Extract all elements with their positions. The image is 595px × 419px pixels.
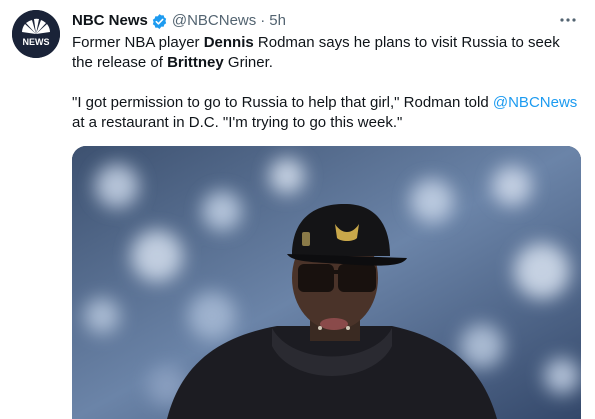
display-name[interactable]: NBC News: [72, 11, 148, 31]
nbc-peacock-logo: NEWS: [12, 10, 60, 58]
svg-text:NEWS: NEWS: [23, 37, 50, 47]
text-span: at a restaurant in D.C. "I'm trying to g…: [72, 114, 403, 131]
tweet-text: Former NBA player Dennis Rodman says he …: [72, 33, 582, 133]
bold-text: Brittney: [167, 54, 224, 71]
bold-text: Dennis: [203, 34, 254, 51]
avatar[interactable]: NEWS: [12, 10, 60, 58]
tweet-header: NBC News @NBCNews · 5h: [72, 11, 579, 31]
handle[interactable]: @NBCNews: [172, 11, 256, 31]
separator-dot: ·: [260, 12, 266, 29]
mention-link[interactable]: @NBCNews: [493, 94, 577, 111]
text-span: Former NBA player: [72, 34, 204, 51]
text-span: Griner.: [223, 54, 273, 71]
tweet-line-2: the release of Brittney Griner.: [72, 53, 582, 73]
more-horizontal-icon[interactable]: [557, 11, 579, 29]
tweet-line-3: "I got permission to go to Russia to hel…: [72, 93, 582, 113]
verified-badge-icon: [151, 13, 168, 30]
text-span: "I got permission to go to Russia to hel…: [72, 94, 493, 111]
text-span: Rodman says he plans to visit Russia to …: [253, 34, 560, 51]
tweet[interactable]: NEWS NBC News @NBCNews · 5h Former NBA p…: [0, 0, 595, 419]
timestamp[interactable]: 5h: [269, 11, 286, 31]
tweet-line-4: at a restaurant in D.C. "I'm trying to g…: [72, 113, 582, 133]
text-span: the release of: [72, 54, 168, 71]
tweet-photo[interactable]: [72, 146, 581, 419]
tweet-line-1: Former NBA player Dennis Rodman says he …: [72, 33, 582, 53]
